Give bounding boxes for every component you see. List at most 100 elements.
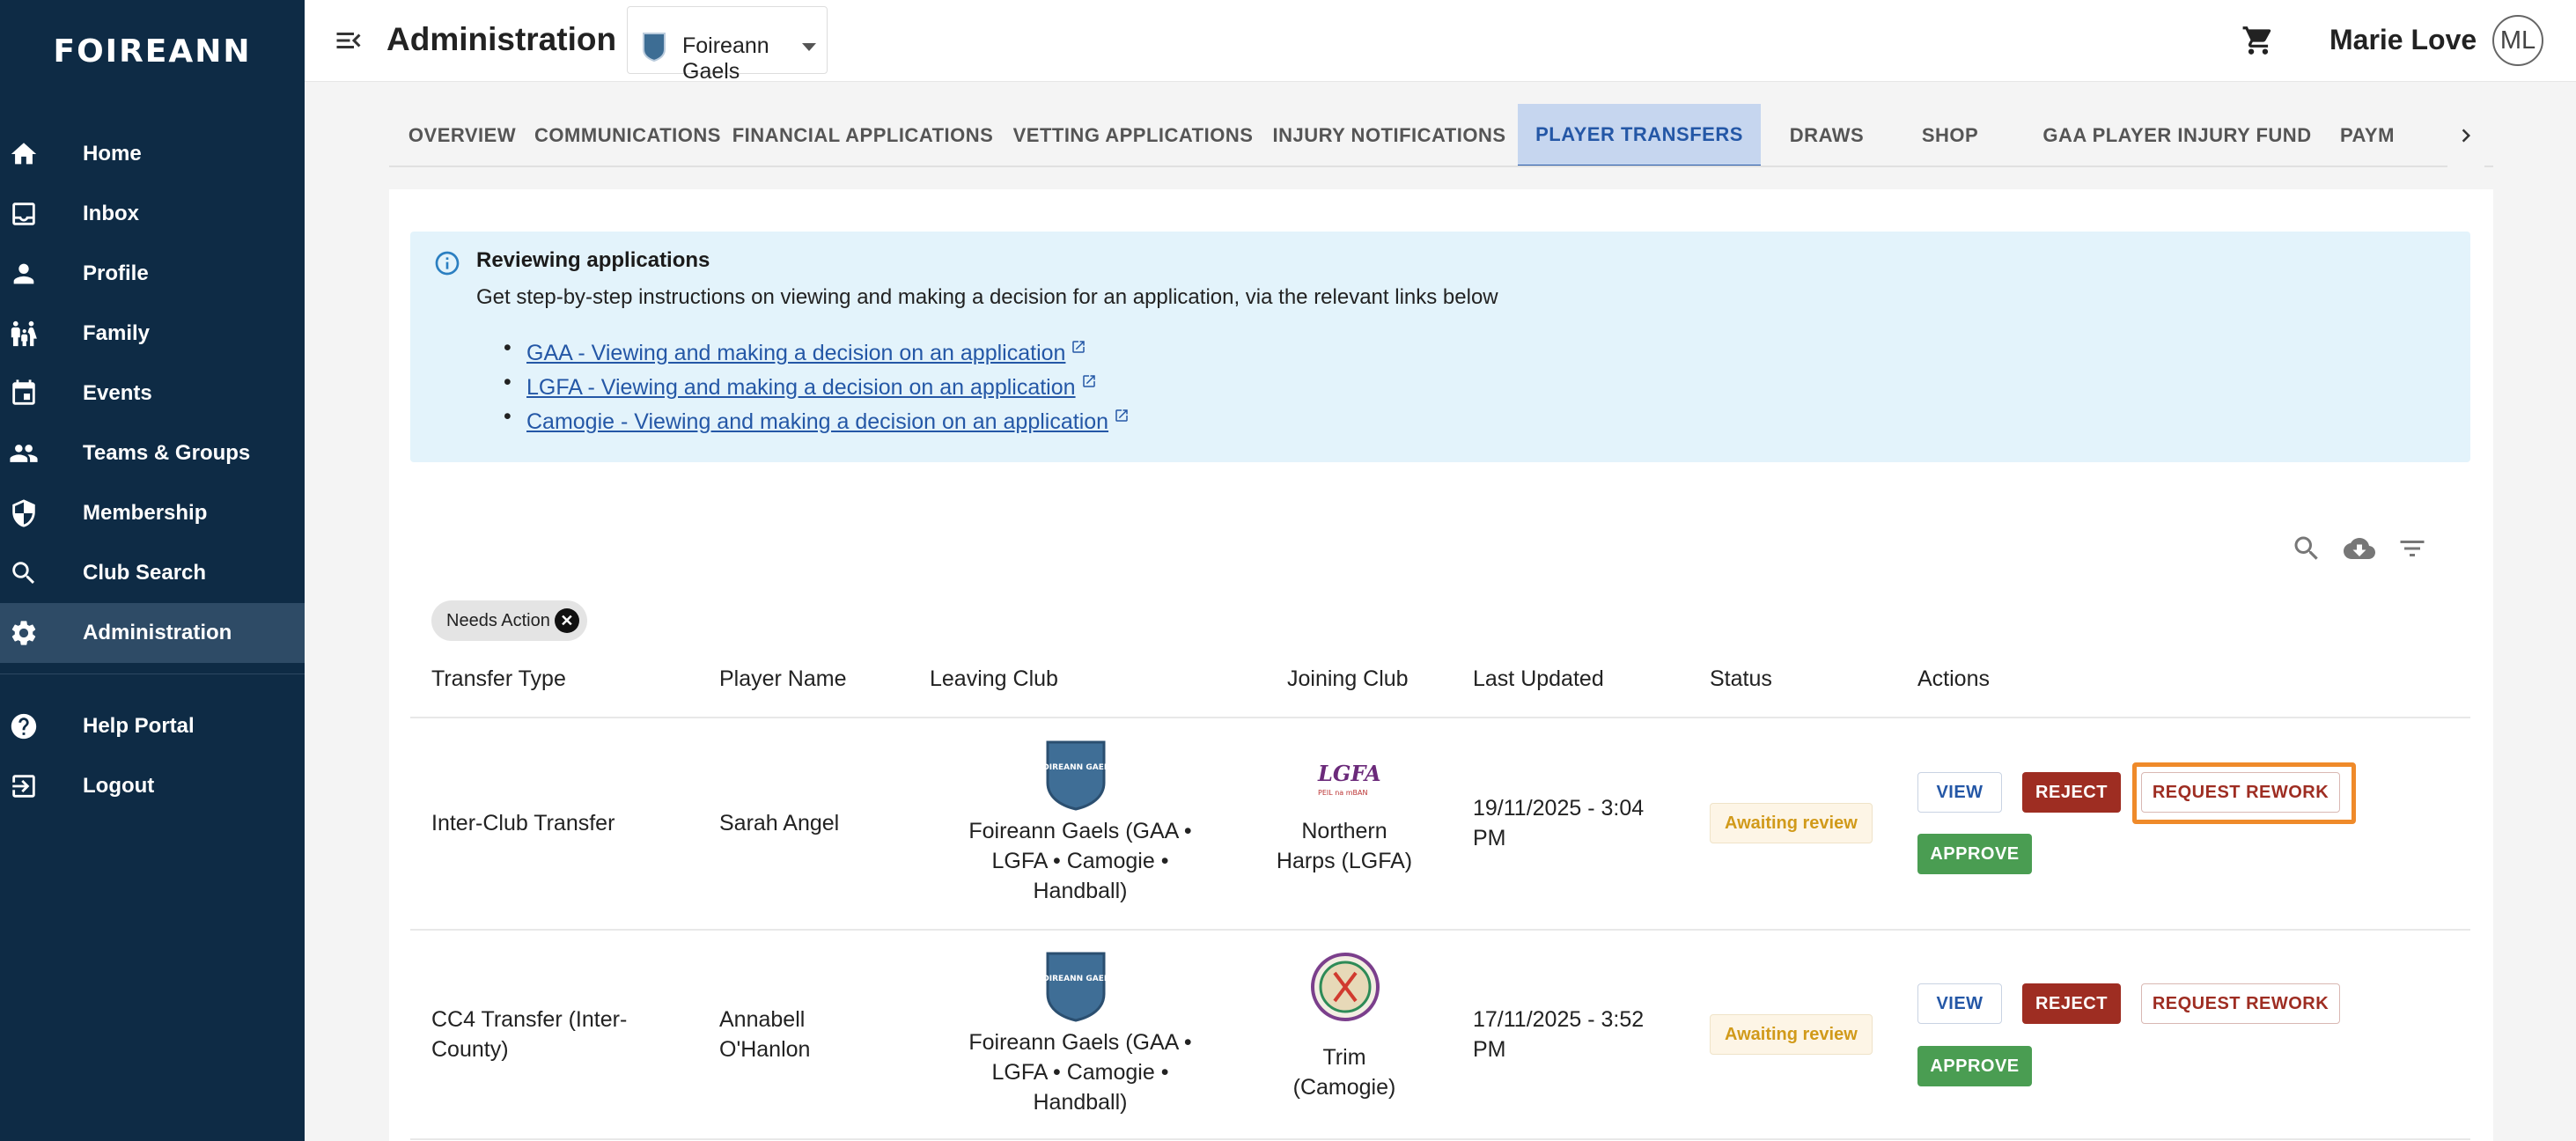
sidebar-item-help-portal[interactable]: Help Portal: [0, 696, 305, 756]
last-updated: 19/11/2025 - 3:04 PM: [1473, 796, 1645, 850]
sidebar-item-label: Profile: [83, 261, 149, 285]
player-name: Sarah Angel: [719, 811, 840, 836]
sidebar-item-profile[interactable]: Profile: [0, 244, 305, 304]
lgfa-guide-link[interactable]: LGFA - Viewing and making a decision on …: [526, 375, 1076, 400]
camogie-guide-link[interactable]: Camogie - Viewing and making a decision …: [526, 409, 1108, 434]
list-item: GAA - Viewing and making a decision on a…: [498, 334, 1130, 368]
tab-draws[interactable]: DRAWS: [1761, 104, 1893, 166]
filter-icon[interactable]: [2396, 533, 2428, 564]
search-icon[interactable]: [2291, 533, 2322, 564]
home-icon: [9, 139, 39, 169]
column-header[interactable]: Last Updated: [1473, 666, 1604, 692]
transfer-type: Inter-Club Transfer: [431, 811, 615, 836]
lgfa-logo-text: LGFA: [1317, 761, 1381, 786]
close-icon[interactable]: ✕: [554, 608, 579, 633]
sidebar-item-label: Events: [83, 381, 152, 405]
reject-button[interactable]: REJECT: [2022, 772, 2121, 813]
sidebar-item-family[interactable]: Family: [0, 304, 305, 364]
filter-chip-label: Needs Action: [446, 610, 550, 630]
request-rework-button[interactable]: REQUEST REWORK: [2141, 983, 2340, 1024]
tab-communications[interactable]: COMMUNICATIONS: [534, 104, 720, 166]
brand-logo: FOIREANN: [53, 33, 252, 70]
lgfa-logo-subtext: PEIL na mBAN: [1318, 789, 1368, 797]
info-links: GAA - Viewing and making a decision on a…: [498, 334, 1130, 437]
joining-club: Trim (Camogie): [1292, 1045, 1396, 1100]
camogie-club-crest: [1311, 953, 1380, 1021]
approve-button[interactable]: APPROVE: [1917, 1046, 2032, 1086]
sidebar-item-label: Family: [83, 321, 151, 345]
sidebar-item-club-search[interactable]: Club Search: [0, 543, 305, 603]
inbox-icon: [9, 199, 39, 229]
person-icon: [9, 259, 39, 289]
player-name: Annabell O'Hanlon: [719, 1007, 811, 1062]
column-header[interactable]: Player Name: [719, 666, 847, 692]
foireann-gaels-crest: FOIREANN GAELS: [1045, 740, 1107, 811]
chevron-down-icon: [802, 43, 816, 51]
cloud-download-icon[interactable]: [2344, 533, 2375, 564]
sidebar: FOIREANN Home Inbox Profile Family Event…: [0, 0, 305, 1141]
club-crest-icon: [643, 33, 666, 62]
sidebar-item-label: Administration: [83, 621, 232, 644]
sidebar-item-membership[interactable]: Membership: [0, 483, 305, 543]
reject-button[interactable]: REJECT: [2022, 983, 2121, 1024]
external-link-icon: [1071, 334, 1086, 353]
avatar[interactable]: ML: [2492, 15, 2543, 66]
sidebar-item-label: Inbox: [83, 202, 139, 225]
column-header: Actions: [1917, 666, 1990, 691]
column-header[interactable]: Joining Club: [1287, 666, 1409, 692]
sidebar-item-label: Club Search: [83, 561, 207, 585]
cart-icon[interactable]: [2241, 24, 2275, 57]
sidebar-item-label: Help Portal: [83, 714, 195, 738]
external-link-icon: [1114, 402, 1130, 422]
sidebar-item-inbox[interactable]: Inbox: [0, 184, 305, 244]
transfer-type: CC4 Transfer (Inter-County): [431, 1007, 628, 1062]
tab-vetting-applications[interactable]: VETTING APPLICATIONS: [1005, 104, 1261, 166]
tab-shop[interactable]: SHOP: [1882, 104, 2018, 166]
family-icon: [9, 319, 39, 349]
filter-chip[interactable]: Needs Action ✕: [431, 600, 587, 641]
sidebar-item-label: Logout: [83, 774, 155, 798]
sidebar-item-administration[interactable]: Administration: [0, 603, 305, 663]
external-link-icon: [1081, 368, 1097, 387]
column-header[interactable]: Status: [1710, 666, 1772, 692]
tab-overview[interactable]: OVERVIEW: [389, 104, 535, 166]
tab-injury-notifications[interactable]: INJURY NOTIFICATIONS: [1261, 104, 1518, 166]
table-divider: [410, 1138, 2470, 1140]
sidebar-item-home[interactable]: Home: [0, 124, 305, 184]
sidebar-item-events[interactable]: Events: [0, 364, 305, 423]
sidebar-item-teams-groups[interactable]: Teams & Groups: [0, 423, 305, 483]
menu-collapse-icon[interactable]: [333, 25, 364, 56]
column-header[interactable]: Leaving Club: [930, 666, 1058, 692]
list-item: LGFA - Viewing and making a decision on …: [498, 368, 1130, 402]
user-name[interactable]: Marie Love: [2329, 24, 2477, 56]
status-badge: Awaiting review: [1710, 1014, 1873, 1055]
tab-player-transfers[interactable]: PLAYER TRANSFERS: [1518, 104, 1761, 166]
sidebar-nav: Home Inbox Profile Family Events Teams &…: [0, 124, 305, 816]
last-updated: 17/11/2025 - 3:52 PM: [1473, 1007, 1645, 1062]
sidebar-item-label: Home: [83, 142, 142, 166]
info-title: Reviewing applications: [476, 248, 710, 272]
tab-payments[interactable]: PAYM: [2322, 104, 2394, 166]
table-divider: [410, 717, 2470, 718]
gaa-guide-link[interactable]: GAA - Viewing and making a decision on a…: [526, 341, 1065, 365]
lgfa-logo: LGFA PEIL na mBAN: [1317, 761, 1381, 797]
chevron-right-icon: [2462, 129, 2470, 143]
page-title: Administration: [386, 21, 617, 57]
view-button[interactable]: VIEW: [1917, 983, 2002, 1024]
group-icon: [9, 438, 39, 468]
tabs-scroll-right[interactable]: [2447, 104, 2484, 167]
help-icon: [9, 711, 39, 741]
table-divider: [410, 929, 2470, 931]
tab-financial-applications[interactable]: FINANCIAL APPLICATIONS: [720, 104, 1005, 166]
approve-button[interactable]: APPROVE: [1917, 834, 2032, 874]
crest-text: FOIREANN GAELS: [1045, 763, 1107, 772]
column-header[interactable]: Transfer Type: [431, 666, 566, 692]
view-button[interactable]: VIEW: [1917, 772, 2002, 813]
club-select[interactable]: Foireann Gaels: [627, 6, 828, 84]
tab-gaa-player-injury-fund[interactable]: GAA PLAYER INJURY FUND: [2014, 104, 2340, 166]
sidebar-item-label: Membership: [83, 501, 208, 525]
top-bar: Administration Foireann Gaels Marie Love…: [305, 0, 2576, 84]
player-transfers-panel: Reviewing applications Get step-by-step …: [389, 189, 2493, 1141]
sidebar-item-logout[interactable]: Logout: [0, 756, 305, 816]
request-rework-button[interactable]: REQUEST REWORK: [2141, 772, 2340, 813]
